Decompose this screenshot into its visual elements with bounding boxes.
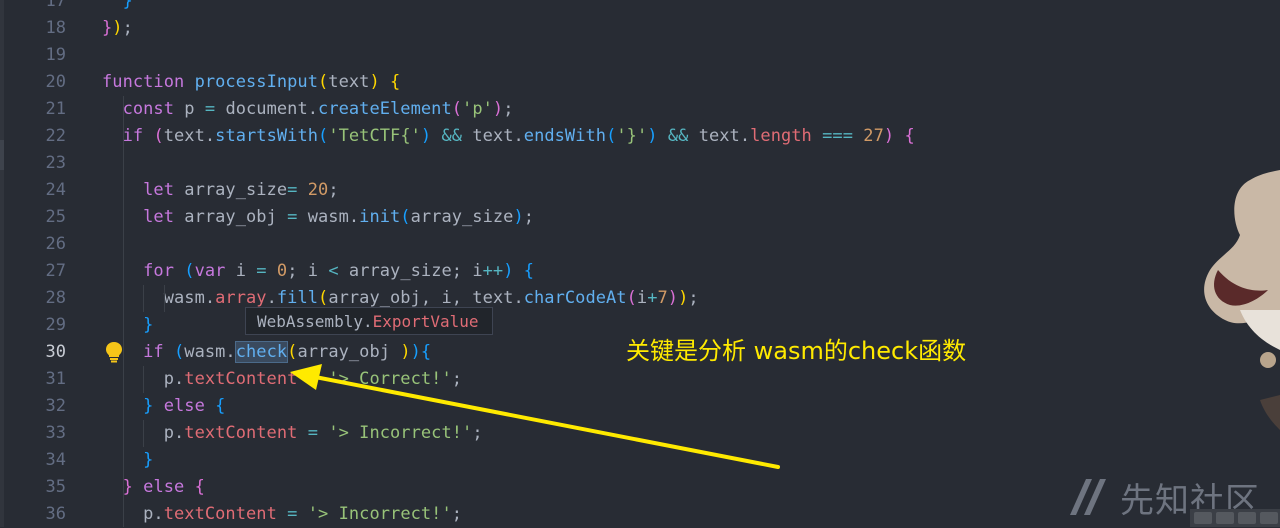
code-line[interactable]: 24 let array_size= 20; <box>0 177 1280 204</box>
line-number: 26 <box>45 234 66 254</box>
code-line[interactable]: 22 if (text.startsWith('TetCTF{') && tex… <box>0 123 1280 150</box>
code-line[interactable]: 28 wasm.array.fill(array_obj, i, text.ch… <box>0 285 1280 312</box>
line-number: 31 <box>45 369 66 389</box>
code-line[interactable]: 23 <box>0 150 1280 177</box>
code-text: } else { <box>143 396 226 416</box>
lightbulb-icon[interactable] <box>104 341 124 363</box>
line-number: 34 <box>45 450 66 470</box>
line-number: 17 <box>45 0 66 11</box>
line-number: 19 <box>45 45 66 65</box>
code-text: if (text.startsWith('TetCTF{') && text.e… <box>122 126 915 146</box>
hover-tooltip: WebAssembly.ExportValue <box>245 307 493 335</box>
line-number: 29 <box>45 315 66 335</box>
line-number: 18 <box>45 18 66 38</box>
code-text: } <box>122 0 133 11</box>
indent-guide <box>123 96 124 527</box>
indent-guide <box>143 420 144 447</box>
code-text: } <box>143 450 154 470</box>
code-line[interactable]: 34 } <box>0 447 1280 474</box>
line-number: 28 <box>45 288 66 308</box>
annotation-note: 关键是分析 wasm的check函数 <box>626 337 967 365</box>
code-text: p.textContent = '> Correct!'; <box>102 369 463 389</box>
line-number: 24 <box>45 180 66 200</box>
code-text: } <box>143 315 154 335</box>
indent-guide <box>143 285 144 312</box>
code-text: let array_obj = wasm.init(array_size); <box>143 207 535 227</box>
line-number: 20 <box>45 72 66 92</box>
code-line[interactable]: 26 <box>0 231 1280 258</box>
tooltip-prefix: WebAssembly. <box>257 312 373 331</box>
code-text: p.textContent = '> Incorrect!'; <box>102 423 483 443</box>
indent-guide <box>164 285 165 312</box>
code-text: p.textContent = '> Incorrect!'; <box>102 504 463 524</box>
code-line[interactable]: 17 } <box>0 0 1280 15</box>
code-line[interactable]: 20 function processInput(text) { <box>0 69 1280 96</box>
code-text: for (var i = 0; i < array_size; i++) { <box>143 261 535 281</box>
indent-guide <box>143 366 144 393</box>
line-number: 32 <box>45 396 66 416</box>
line-number: 27 <box>45 261 66 281</box>
code-text: let array_size= 20; <box>143 180 339 200</box>
xianzhi-logo-icon <box>1070 479 1106 515</box>
line-number: 25 <box>45 207 66 227</box>
code-line[interactable]: 31 p.textContent = '> Correct!'; <box>0 366 1280 393</box>
code-line[interactable]: 18}); <box>0 15 1280 42</box>
anime-figure-image <box>1204 170 1280 430</box>
code-text: if (wasm.check(array_obj )){ <box>143 341 432 363</box>
code-line[interactable]: 25 let array_obj = wasm.init(array_size)… <box>0 204 1280 231</box>
code-line[interactable]: 19 <box>0 42 1280 69</box>
code-line[interactable]: 27 for (var i = 0; i < array_size; i++) … <box>0 258 1280 285</box>
code-line[interactable]: 33 p.textContent = '> Incorrect!'; <box>0 420 1280 447</box>
keyboard-image-edge <box>1190 509 1280 527</box>
line-number: 35 <box>45 477 66 497</box>
line-number: 21 <box>45 99 66 119</box>
line-number: 23 <box>45 153 66 173</box>
code-line[interactable]: 32 } else { <box>0 393 1280 420</box>
code-text: } else { <box>122 477 205 497</box>
code-text: const p = document.createElement('p'); <box>122 99 514 119</box>
code-line[interactable]: 21 const p = document.createElement('p')… <box>0 96 1280 123</box>
tooltip-member: ExportValue <box>372 312 479 331</box>
line-number: 33 <box>45 423 66 443</box>
code-editor[interactable]: 17 } 18}); 19 20 function processInput(text)… <box>0 0 1280 527</box>
code-text: }); <box>102 18 133 38</box>
code-text: function processInput(text) { <box>102 72 401 92</box>
line-number: 36 <box>45 504 66 524</box>
line-number: 22 <box>45 126 66 146</box>
line-number: 30 <box>45 342 66 362</box>
